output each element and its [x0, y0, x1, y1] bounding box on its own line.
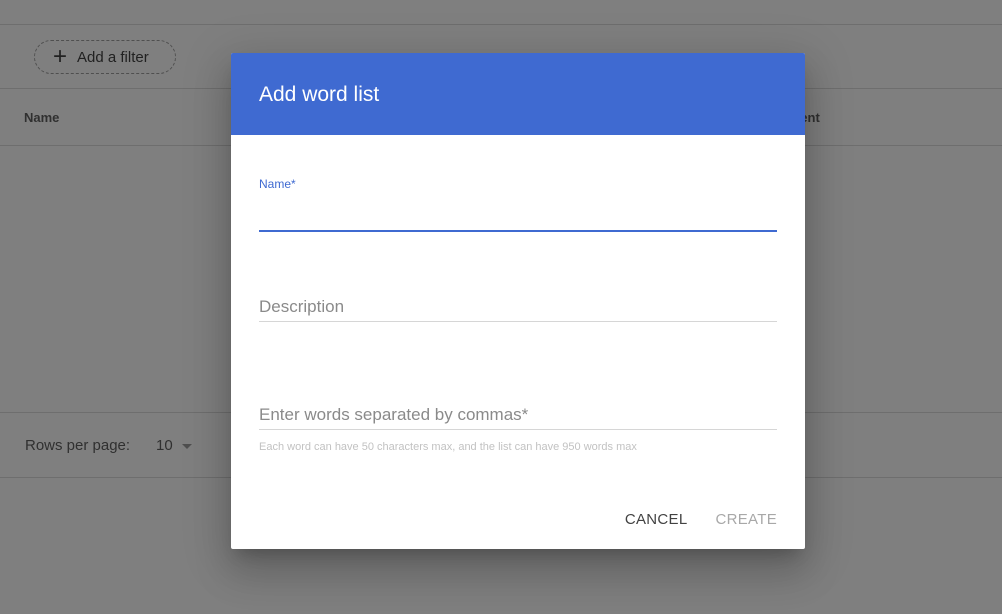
name-field-underline [259, 230, 777, 232]
name-input[interactable] [259, 193, 777, 229]
add-word-list-dialog: Add word list Name* Each word can have 5… [231, 53, 805, 549]
words-input[interactable] [259, 401, 777, 429]
dialog-title: Add word list [259, 83, 380, 106]
name-field-label: Name* [259, 177, 296, 191]
create-button[interactable]: CREATE [701, 501, 791, 537]
cancel-button[interactable]: CANCEL [611, 501, 702, 537]
words-helper-text: Each word can have 50 characters max, an… [259, 441, 637, 453]
words-field-underline [259, 429, 777, 430]
dialog-header: Add word list [231, 53, 805, 135]
description-field [259, 293, 777, 325]
description-input[interactable] [259, 293, 777, 321]
words-field [259, 401, 777, 433]
dialog-actions: CANCEL CREATE [611, 501, 805, 537]
name-field: Name* [259, 177, 777, 233]
description-field-underline [259, 321, 777, 322]
